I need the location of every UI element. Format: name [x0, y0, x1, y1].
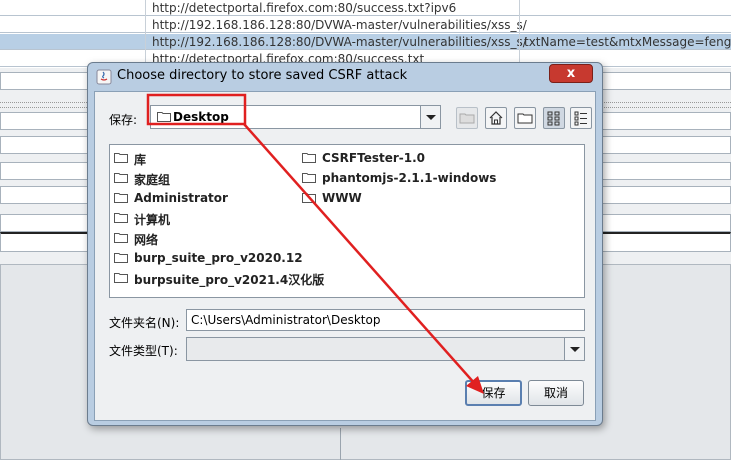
dropdown-arrow[interactable]: [420, 106, 440, 128]
column-divider: [145, 0, 146, 68]
folder-name: phantomjs-2.1.1-windows: [322, 171, 497, 185]
save-in-dropdown[interactable]: Desktop: [150, 105, 441, 129]
file-list[interactable]: 库 家庭组 Administrator 计算机 网络 burp_suite_pr…: [109, 144, 585, 298]
details-view-button[interactable]: [570, 107, 592, 129]
create-new-folder-button[interactable]: [514, 107, 536, 129]
chevron-down-icon: [570, 347, 580, 352]
folder-name-input[interactable]: C:\Users\Administrator\Desktop: [186, 309, 585, 331]
table-row-selected[interactable]: http://192.168.186.128:80/DVWA-master/vu…: [0, 34, 731, 50]
folder-icon: [114, 273, 128, 283]
folder-name: burp_suite_pro_v2020.12: [134, 251, 303, 265]
folder-name: CSRFTester-1.0: [322, 151, 426, 165]
current-directory: Desktop: [173, 110, 229, 124]
folder-name: WWW: [322, 191, 362, 205]
column-divider: [340, 428, 341, 460]
list-view-button[interactable]: [543, 107, 565, 129]
file-type-label: 文件类型(T):: [109, 344, 178, 358]
folder-icon: [302, 173, 316, 183]
folder-name: 家庭组: [134, 173, 171, 187]
save-in-label: 保存:: [109, 113, 138, 127]
up-folder-icon: [459, 113, 475, 124]
folder-icon: [114, 213, 128, 223]
request-parameters: txtName=test&mtxMessage=fengzilin-: [524, 35, 731, 49]
folder-name: Administrator: [134, 191, 228, 205]
up-one-level-button[interactable]: [456, 107, 478, 129]
dialog-title: Choose directory to store saved CSRF att…: [117, 68, 408, 83]
dialog-body: 保存: Desktop 库 家庭组 Administrator 计算机 网络 b…: [94, 91, 596, 421]
folder-icon: [302, 153, 316, 163]
request-url: http://192.168.186.128:80/DVWA-master/vu…: [152, 35, 527, 49]
save-button[interactable]: 保存: [465, 380, 522, 406]
dialog-titlebar[interactable]: Choose directory to store saved CSRF att…: [88, 63, 602, 89]
request-url: http://detectportal.firefox.com:80/succe…: [152, 1, 457, 15]
close-icon: x: [566, 66, 576, 81]
table-row[interactable]: http://192.168.186.128:80/DVWA-master/vu…: [0, 17, 731, 33]
folder-icon: [114, 193, 128, 203]
new-folder-icon: [517, 113, 533, 124]
folder-name: burpsuite_pro_v2021.4汉化版: [134, 273, 325, 287]
request-url: http://192.168.186.128:80/DVWA-master/vu…: [152, 18, 527, 32]
folder-icon: [114, 253, 128, 263]
list-view-icon: [547, 111, 560, 126]
folder-name: 库: [134, 153, 147, 167]
cancel-button[interactable]: 取消: [528, 380, 584, 406]
table-row[interactable]: http://detectportal.firefox.com:80/succe…: [0, 0, 731, 16]
details-view-icon: [574, 111, 587, 126]
folder-icon: [157, 112, 171, 122]
column-divider: [519, 0, 520, 68]
folder-icon: [114, 153, 128, 163]
folder-icon: [114, 173, 128, 183]
chevron-down-icon: [426, 115, 436, 120]
home-icon: [489, 111, 503, 125]
folder-icon: [114, 233, 128, 243]
folder-name: 网络: [134, 233, 159, 247]
choose-directory-dialog: Choose directory to store saved CSRF att…: [87, 62, 603, 426]
folder-name-label: 文件夹名(N):: [109, 316, 180, 330]
java-icon: [96, 69, 112, 85]
folder-icon: [302, 193, 316, 203]
home-button[interactable]: [485, 107, 507, 129]
folder-name: 计算机: [134, 213, 171, 227]
close-button[interactable]: x: [549, 64, 593, 83]
dropdown-arrow[interactable]: [564, 338, 584, 360]
file-type-dropdown[interactable]: [186, 337, 585, 361]
